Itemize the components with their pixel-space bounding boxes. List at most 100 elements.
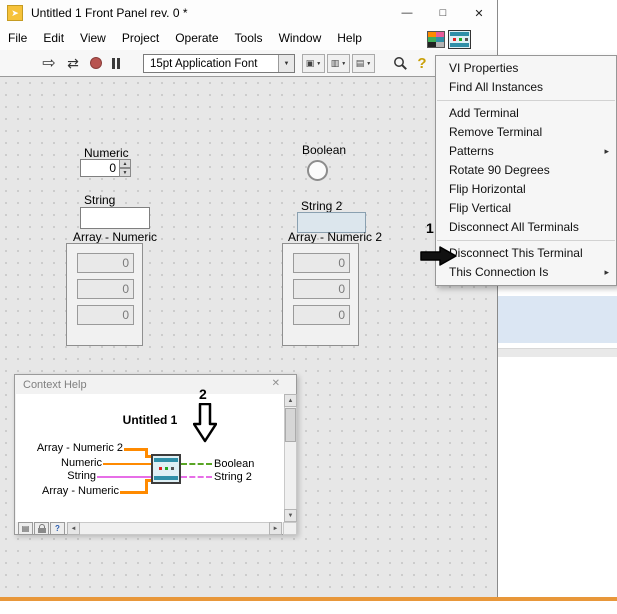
menu-item-this-connection-is[interactable]: This Connection Is ▸ xyxy=(436,263,616,282)
maximize-button[interactable]: □ xyxy=(425,0,461,26)
vi-icon-bar xyxy=(154,458,178,462)
array-element[interactable]: 0 xyxy=(77,305,134,325)
menu-tools[interactable]: Tools xyxy=(227,28,271,48)
pause-icon xyxy=(117,57,120,69)
annotation-2-label: 2 xyxy=(199,386,207,402)
font-selector[interactable]: 15pt Application Font ▼ xyxy=(143,54,295,73)
menu-operate[interactable]: Operate xyxy=(167,28,226,48)
abort-button[interactable] xyxy=(86,53,106,73)
menu-item-find-all-instances[interactable]: Find All Instances xyxy=(436,78,616,97)
menu-item-remove-terminal[interactable]: Remove Terminal xyxy=(436,123,616,142)
menu-separator xyxy=(437,100,615,101)
chevron-down-icon: ▼ xyxy=(341,60,347,67)
close-icon[interactable]: ✕ xyxy=(272,378,280,389)
connpane-cell xyxy=(428,42,436,47)
reorder-objects-dropdown[interactable]: ▤ ▼ xyxy=(352,54,375,73)
string-label: String xyxy=(84,193,116,207)
distribute-objects-icon: ▥ xyxy=(330,58,340,68)
scroll-up-icon[interactable]: ▲ xyxy=(284,394,297,407)
vertical-scroll-thumb[interactable] xyxy=(285,408,296,442)
numeric-spinner: ▲ ▼ xyxy=(119,159,131,177)
connector-pane-icon[interactable] xyxy=(427,31,445,48)
pause-button[interactable] xyxy=(106,53,126,73)
boolean-label: Boolean xyxy=(302,143,347,157)
string-control[interactable] xyxy=(80,207,150,229)
vi-icon-dot xyxy=(465,38,468,41)
vi-icon-dot xyxy=(453,38,456,41)
wire-string-2 xyxy=(181,476,212,478)
menu-item-label: Disconnect This Terminal xyxy=(449,246,583,260)
decrement-button[interactable]: ▼ xyxy=(119,168,131,177)
menu-item-label: Flip Horizontal xyxy=(449,182,526,196)
array-numeric2-label: Array - Numeric 2 xyxy=(288,230,383,244)
minimize-button[interactable]: — xyxy=(389,0,425,26)
increment-button[interactable]: ▲ xyxy=(119,159,131,168)
distribute-objects-dropdown[interactable]: ▥ ▼ xyxy=(327,54,350,73)
wire-boolean xyxy=(181,463,212,465)
menu-item-flip-vertical[interactable]: Flip Vertical xyxy=(436,199,616,218)
array-numeric-control[interactable]: 0 0 0 xyxy=(66,243,143,346)
menu-item-flip-horizontal[interactable]: Flip Horizontal xyxy=(436,180,616,199)
menu-file[interactable]: File xyxy=(0,28,35,48)
vi-icon-dot xyxy=(159,467,162,470)
detailed-help-button[interactable]: ? xyxy=(50,522,65,535)
menu-item-vi-properties[interactable]: VI Properties xyxy=(436,59,616,78)
scroll-right-icon[interactable]: ► xyxy=(269,522,282,535)
boolean-control[interactable] xyxy=(307,160,328,181)
array-element[interactable]: 0 xyxy=(293,279,350,299)
array-element[interactable]: 0 xyxy=(77,279,134,299)
menu-edit[interactable]: Edit xyxy=(35,28,72,48)
window-title: Untitled 1 Front Panel rev. 0 * xyxy=(31,6,188,20)
context-help-window: Context Help ✕ Untitled 1 Array - Numeri… xyxy=(14,374,297,535)
menu-item-rotate-90-degrees[interactable]: Rotate 90 Degrees xyxy=(436,161,616,180)
menu-item-disconnect-this-terminal[interactable]: Disconnect This Terminal xyxy=(436,244,616,263)
array-element[interactable]: 0 xyxy=(293,253,350,273)
submenu-arrow-icon: ▸ xyxy=(604,267,609,277)
chevron-down-icon: ▼ xyxy=(366,60,372,67)
numeric-control[interactable]: 0 xyxy=(80,159,120,177)
menu-item-disconnect-all-terminals[interactable]: Disconnect All Terminals xyxy=(436,218,616,237)
menu-view[interactable]: View xyxy=(72,28,114,48)
background-window-band-gray xyxy=(498,348,617,357)
array-numeric2-control[interactable]: 0 0 0 xyxy=(282,243,359,346)
context-help-title: Context Help xyxy=(23,379,87,391)
annotation-2-arrow-icon xyxy=(193,403,217,443)
align-objects-dropdown[interactable]: ▣ ▼ xyxy=(302,54,325,73)
horizontal-scrollbar[interactable] xyxy=(67,522,282,535)
string2-label: String 2 xyxy=(301,199,343,213)
scroll-down-icon[interactable]: ▼ xyxy=(284,509,297,522)
menu-item-label: Rotate 90 Degrees xyxy=(449,163,550,177)
run-continuously-button[interactable]: ⇄ xyxy=(62,53,84,73)
close-button[interactable]: ✕ xyxy=(461,0,497,26)
search-button[interactable] xyxy=(390,53,410,73)
terminal-label-boolean: Boolean xyxy=(214,458,255,470)
context-help-content: Untitled 1 Array - Numeric 2 Numeric Str… xyxy=(16,394,284,522)
terminal-label-array-numeric: Array - Numeric xyxy=(41,485,119,497)
menu-item-label: This Connection Is xyxy=(449,265,549,279)
annotation-1-arrow-icon xyxy=(420,246,457,266)
chevron-down-icon[interactable]: ▼ xyxy=(278,55,294,72)
menu-item-label: Disconnect All Terminals xyxy=(449,220,579,234)
context-menu: VI Properties Find All Instances Add Ter… xyxy=(435,55,617,286)
menu-window[interactable]: Window xyxy=(271,28,330,48)
context-help-button[interactable]: ? xyxy=(412,53,432,73)
wire-array-numeric xyxy=(120,491,148,494)
vi-icon-dot xyxy=(459,38,462,41)
menu-project[interactable]: Project xyxy=(114,28,167,48)
menu-item-label: Remove Terminal xyxy=(449,125,543,139)
menu-help[interactable]: Help xyxy=(329,28,370,48)
show-optional-terminals-button[interactable]: ▤ xyxy=(18,522,33,535)
array-element[interactable]: 0 xyxy=(293,305,350,325)
menu-item-label: VI Properties xyxy=(449,61,519,75)
menu-item-add-terminal[interactable]: Add Terminal xyxy=(436,104,616,123)
vi-icon[interactable] xyxy=(448,30,471,49)
terminal-label-string: String xyxy=(67,470,96,482)
scroll-left-icon[interactable]: ◄ xyxy=(67,522,80,535)
scrollbar-corner xyxy=(283,522,297,535)
menu-item-patterns[interactable]: Patterns ▸ xyxy=(436,142,616,161)
submenu-arrow-icon: ▸ xyxy=(604,146,609,156)
lock-help-button[interactable] xyxy=(34,522,49,535)
menu-item-label: Flip Vertical xyxy=(449,201,512,215)
array-element[interactable]: 0 xyxy=(77,253,134,273)
run-button[interactable]: ⇨ xyxy=(38,53,60,73)
